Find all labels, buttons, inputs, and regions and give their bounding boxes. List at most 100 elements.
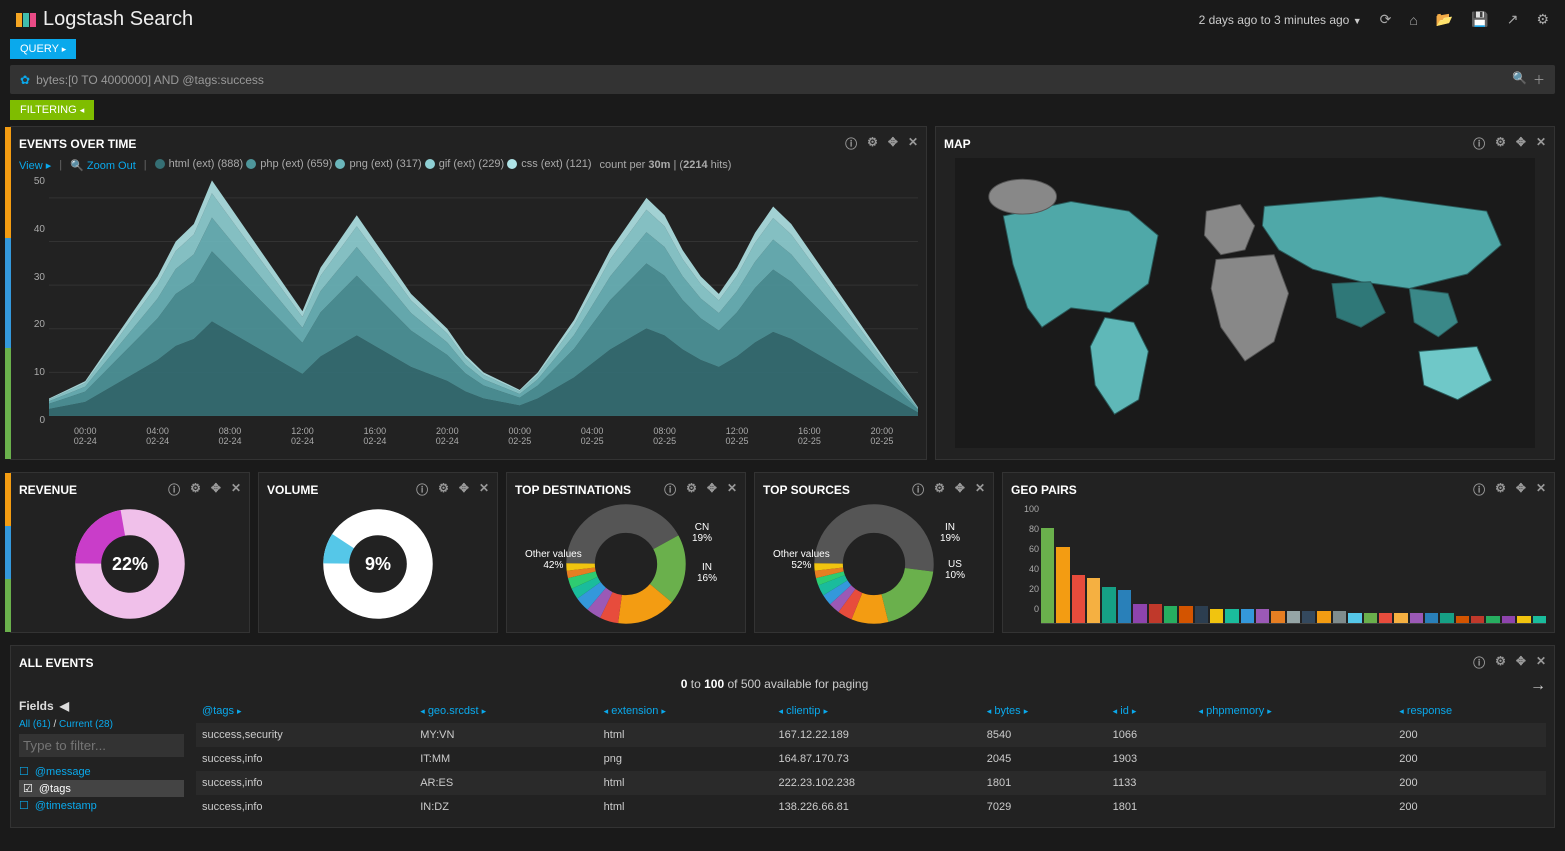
bar[interactable] xyxy=(1225,609,1238,623)
bar[interactable] xyxy=(1517,616,1530,623)
move-icon[interactable]: ✥ xyxy=(955,481,965,498)
revenue-donut[interactable]: 22% xyxy=(19,504,241,624)
bar[interactable] xyxy=(1056,547,1069,623)
col-id[interactable]: ◂ id ▸ xyxy=(1107,699,1193,723)
next-page-arrow-icon[interactable]: → xyxy=(1530,677,1546,695)
gear-icon[interactable]: ⚙ xyxy=(1495,654,1506,671)
query-gear-icon[interactable]: ✿ xyxy=(20,73,30,87)
bar[interactable] xyxy=(1471,616,1484,623)
move-icon[interactable]: ✥ xyxy=(1516,135,1526,152)
bar[interactable] xyxy=(1072,575,1085,623)
bar[interactable] xyxy=(1241,609,1254,623)
col-tags[interactable]: @tags ▸ xyxy=(196,699,414,723)
col-geo[interactable]: ◂ geo.srcdst ▸ xyxy=(414,699,597,723)
close-icon[interactable]: ✕ xyxy=(479,481,489,498)
info-icon[interactable]: ⓘ xyxy=(1473,654,1485,671)
bar[interactable] xyxy=(1102,587,1115,623)
save-icon[interactable]: 💾 xyxy=(1471,11,1488,28)
field-item-message[interactable]: ☐ @message xyxy=(19,763,184,780)
table-row[interactable]: success,infoIT:MMpng164.87.170.732045190… xyxy=(196,747,1546,771)
top-sources-pie[interactable]: Other values52% IN19% US10% xyxy=(763,504,985,624)
bar[interactable] xyxy=(1440,613,1453,623)
col-bytes[interactable]: ◂ bytes ▸ xyxy=(981,699,1107,723)
add-query-icon[interactable]: ＋ xyxy=(1533,71,1545,88)
refresh-icon[interactable]: ⟳ xyxy=(1380,11,1392,28)
bar[interactable] xyxy=(1271,611,1284,623)
move-icon[interactable]: ✥ xyxy=(707,481,717,498)
fields-filter-input[interactable] xyxy=(19,734,184,757)
bar[interactable] xyxy=(1302,611,1315,623)
bar[interactable] xyxy=(1456,616,1469,623)
field-item-tags[interactable]: ☑ @tags xyxy=(19,780,184,797)
close-icon[interactable]: ✕ xyxy=(231,481,241,498)
bar[interactable] xyxy=(1041,528,1054,623)
info-icon[interactable]: ⓘ xyxy=(416,481,428,498)
bar[interactable] xyxy=(1087,578,1100,623)
bar[interactable] xyxy=(1195,606,1208,623)
bar[interactable] xyxy=(1133,604,1146,623)
gear-icon[interactable]: ⚙ xyxy=(686,481,697,498)
close-icon[interactable]: ✕ xyxy=(1536,135,1546,152)
bar[interactable] xyxy=(1533,616,1546,623)
info-icon[interactable]: ⓘ xyxy=(664,481,676,498)
bar[interactable] xyxy=(1486,616,1499,623)
query-bar[interactable]: ✿ bytes:[0 TO 4000000] AND @tags:success… xyxy=(10,65,1555,94)
table-row[interactable]: success,securityMY:VNhtml167.12.22.18985… xyxy=(196,723,1546,747)
settings-icon[interactable]: ⚙ xyxy=(1536,11,1549,28)
close-icon[interactable]: ✕ xyxy=(1536,481,1546,498)
current-fields-link[interactable]: Current (28) xyxy=(59,719,113,730)
gear-icon[interactable]: ⚙ xyxy=(438,481,449,498)
col-ext[interactable]: ◂ extension ▸ xyxy=(598,699,773,723)
gear-icon[interactable]: ⚙ xyxy=(934,481,945,498)
all-fields-link[interactable]: All (61) xyxy=(19,719,51,730)
bar[interactable] xyxy=(1256,609,1269,623)
table-row[interactable]: success,infoIN:DZhtml138.226.66.81702918… xyxy=(196,795,1546,819)
bar[interactable] xyxy=(1502,616,1515,623)
close-icon[interactable]: ✕ xyxy=(1536,654,1546,671)
legend-item[interactable]: png (ext) (317) xyxy=(335,158,421,170)
bar[interactable] xyxy=(1364,613,1377,623)
gear-icon[interactable]: ⚙ xyxy=(190,481,201,498)
info-icon[interactable]: ⓘ xyxy=(1473,481,1485,498)
world-map[interactable] xyxy=(944,158,1546,448)
filtering-tab[interactable]: FILTERING ◂ xyxy=(10,100,94,120)
time-range-picker[interactable]: 2 days ago to 3 minutes ago ▼ xyxy=(1199,13,1362,27)
move-icon[interactable]: ✥ xyxy=(888,135,898,152)
info-icon[interactable]: ⓘ xyxy=(912,481,924,498)
info-icon[interactable]: ⓘ xyxy=(1473,135,1485,152)
info-icon[interactable]: ⓘ xyxy=(168,481,180,498)
close-icon[interactable]: ✕ xyxy=(908,135,918,152)
bar[interactable] xyxy=(1425,613,1438,623)
table-row[interactable]: success,infoAR:EShtml222.23.102.23818011… xyxy=(196,771,1546,795)
top-destinations-pie[interactable]: Other values42% CN19% IN16% xyxy=(515,504,737,624)
bar[interactable] xyxy=(1333,611,1346,623)
bar[interactable] xyxy=(1179,606,1192,623)
bar[interactable] xyxy=(1149,604,1162,623)
search-icon[interactable]: 🔍 xyxy=(1512,71,1527,88)
gear-icon[interactable]: ⚙ xyxy=(1495,135,1506,152)
col-resp[interactable]: ◂ response xyxy=(1393,699,1546,723)
bar[interactable] xyxy=(1410,613,1423,623)
bar[interactable] xyxy=(1317,611,1330,623)
gear-icon[interactable]: ⚙ xyxy=(867,135,878,152)
bar[interactable] xyxy=(1164,606,1177,623)
legend-item[interactable]: gif (ext) (229) xyxy=(425,158,504,170)
bar[interactable] xyxy=(1348,613,1361,623)
bar[interactable] xyxy=(1118,590,1131,623)
gear-icon[interactable]: ⚙ xyxy=(1495,481,1506,498)
legend-item[interactable]: php (ext) (659) xyxy=(246,158,332,170)
info-icon[interactable]: ⓘ xyxy=(845,135,857,152)
area-chart[interactable]: 50403020100 00:0002-2404:0002-2408:0002-… xyxy=(19,176,918,446)
close-icon[interactable]: ✕ xyxy=(975,481,985,498)
close-icon[interactable]: ✕ xyxy=(727,481,737,498)
legend-item[interactable]: css (ext) (121) xyxy=(507,158,591,170)
col-php[interactable]: ◂ phpmemory ▸ xyxy=(1193,699,1394,723)
query-tab[interactable]: QUERY ▸ xyxy=(10,39,76,59)
col-ip[interactable]: ◂ clientip ▸ xyxy=(773,699,981,723)
zoom-out-link[interactable]: 🔍 Zoom Out xyxy=(70,159,136,172)
geo-pairs-bar-chart[interactable]: 100806040200 xyxy=(1011,504,1546,624)
bar[interactable] xyxy=(1394,613,1407,623)
move-icon[interactable]: ✥ xyxy=(211,481,221,498)
bar[interactable] xyxy=(1210,609,1223,623)
volume-donut[interactable]: 9% xyxy=(267,504,489,624)
